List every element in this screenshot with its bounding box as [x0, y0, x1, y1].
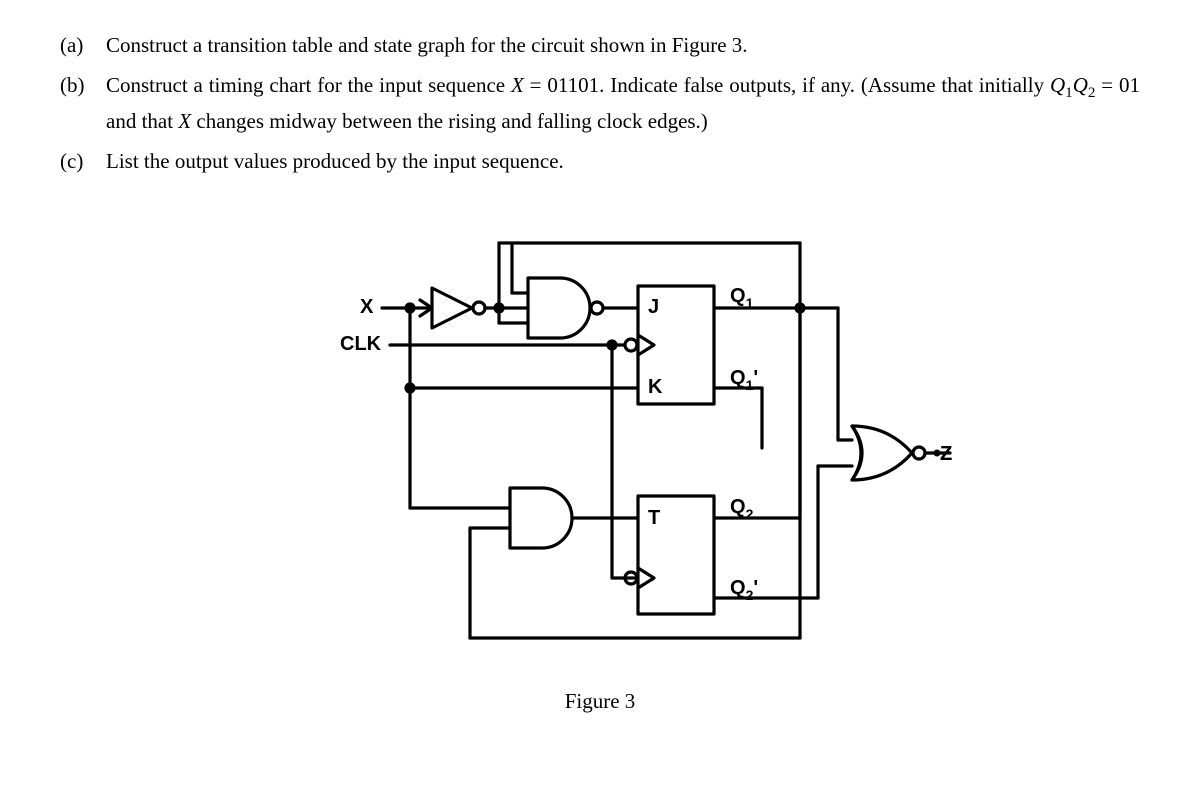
problem-c: (c) List the output values produced by t…: [60, 146, 1140, 176]
circuit-diagram: X J K Q1: [240, 208, 960, 678]
figure-caption: Figure 3: [60, 686, 1140, 716]
label-t: T: [648, 507, 660, 529]
problem-a-text: Construct a transition table and state g…: [106, 30, 748, 60]
label-x: X: [360, 296, 374, 318]
problem-b: (b) Construct a timing chart for the inp…: [60, 70, 1140, 136]
problem-c-text: List the output values produced by the i…: [106, 146, 564, 176]
figure-3: X J K Q1: [60, 208, 1140, 716]
label-z-out: Z: [940, 443, 952, 465]
label-clk: CLK: [340, 333, 382, 355]
label-k: K: [648, 376, 663, 398]
problem-c-letter: (c): [60, 146, 106, 176]
problem-a-letter: (a): [60, 30, 106, 60]
label-j: J: [648, 296, 659, 318]
problem-a: (a) Construct a transition table and sta…: [60, 30, 1140, 60]
problem-b-letter: (b): [60, 70, 106, 136]
problem-b-text: Construct a timing chart for the input s…: [106, 70, 1140, 136]
